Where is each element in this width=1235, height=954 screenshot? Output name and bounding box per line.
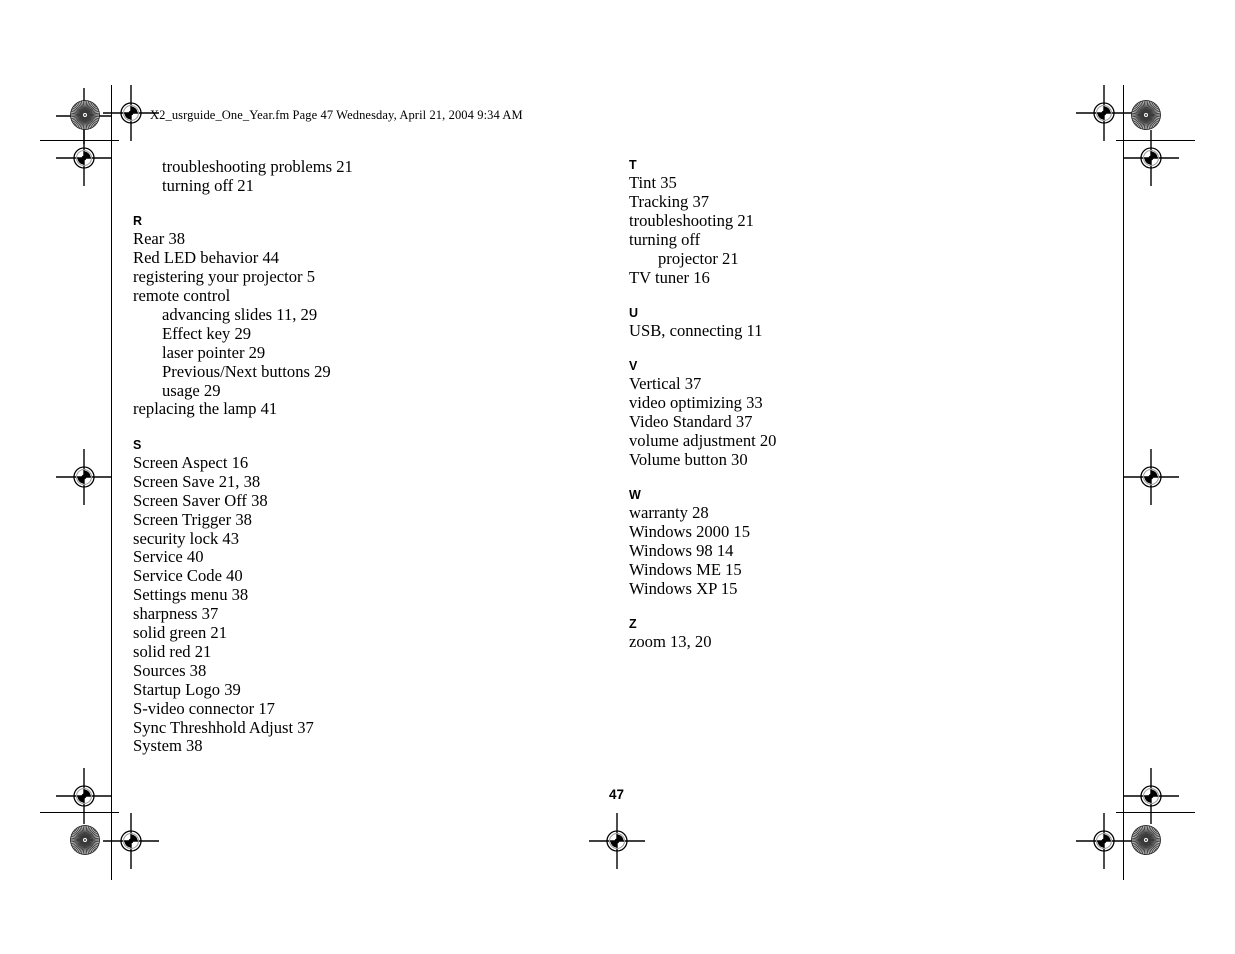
index-entry: TV tuner 16 [629,267,710,287]
trim-line-bottom-left [40,812,119,813]
index-entry: S-video connector 17 [133,698,275,718]
index-entry: Settings menu 38 [133,585,249,605]
index-group: Wwarranty 28 Windows 2000 15 Windows 98 14… [629,488,1029,599]
star-target-bottom-left [70,825,100,855]
index-entry: sharpness 37 [133,604,219,624]
registration-mark-bottom-left [56,768,112,824]
index-group: R Rear 38 Red LED behavior 44 registering y… [133,214,533,419]
index-entry: Vertical 37 [629,374,702,394]
trim-line-bottom-right [1116,812,1195,813]
index-entry: Windows ME 15 [629,560,742,580]
index-subentry: Previous/Next buttons 29 [162,361,331,381]
index-entry: USB, connecting 11 [629,320,763,340]
page-number-folio: 47 [609,787,625,802]
index-entry: video optimizing 33 [629,393,763,413]
trim-line-left-vertical [111,85,112,880]
index-entry: warranty 28 [629,503,709,523]
index-entry: Service Code 40 [133,566,243,586]
index-entry: turning off [629,229,701,249]
index-group: troubleshooting problems 21 turning off 2… [133,157,533,196]
index-entry: troubleshooting 21 [629,210,754,230]
index-entry: Screen Save 21, 38 [133,471,261,491]
index-entry: Screen Saver Off 38 [133,490,268,510]
index-entry: registering your projector 5 [133,267,316,287]
index-entry: Screen Trigger 38 [133,509,252,529]
index-column-left: troubleshooting problems 21 turning off 2… [133,157,533,757]
registration-mark-top-right-fold [1123,130,1179,186]
index-entry: Red LED behavior 44 [133,248,280,268]
star-target-top-right [1131,100,1161,130]
index-subentry: advancing slides 11, 29 [162,304,318,324]
index-entry: solid red 21 [133,641,212,661]
registration-mark-bottom-center [589,813,645,869]
index-entry: Sources 38 [133,660,207,680]
framemaker-header-banner: X2_usrguide_One_Year.fm Page 47 Wednesda… [150,108,523,122]
document-page: X2_usrguide_One_Year.fm Page 47 Wednesda… [0,0,1235,954]
star-target-bottom-right [1131,825,1161,855]
registration-mark-mid-right [1123,449,1179,505]
index-letter-heading-u: U [629,305,639,320]
index-group: S Screen Aspect 16 Screen Save 21, 38 Scree… [133,438,533,757]
registration-mark-mid-left [56,449,112,505]
index-column-right: T Tint 35 Tracking 37 troubleshooting 21 tur… [629,158,1029,652]
index-entry: Volume button 30 [629,449,748,469]
index-entry: Service 40 [133,547,204,567]
index-group: Zzoom 13, 20 [629,617,1029,652]
star-target-top-left [70,100,100,130]
index-entry: solid green 21 [133,623,228,643]
index-subentry: projector 21 [658,248,739,268]
index-subentry: laser pointer 29 [162,342,266,362]
index-letter-heading-w: W [629,488,641,503]
index-subentry: Effect key 29 [162,323,252,343]
index-entry: Windows 98 14 [629,541,734,561]
registration-mark-bottom-right [1123,768,1179,824]
index-group: U USB, connecting 11 [629,306,1029,341]
index-entry: System 38 [133,736,203,756]
index-entry: zoom 13, 20 [629,632,712,652]
index-entry: security lock 43 [133,528,239,548]
index-entry: remote control [133,286,231,306]
index-subentry: troubleshooting problems 21 [162,157,353,176]
index-group: T Tint 35 Tracking 37 troubleshooting 21 tur… [629,158,1029,287]
index-entry: Rear 38 [133,229,186,249]
index-entry: Screen Aspect 16 [133,452,249,472]
index-entry: Startup Logo 39 [133,679,241,699]
registration-mark-top-left-fold [56,130,112,186]
index-letter-heading-z: Z [629,617,637,632]
trim-line-top-right [1116,140,1195,141]
index-entry: Tracking 37 [629,191,710,211]
index-entry: Video Standard 37 [629,412,753,432]
index-letter-heading-s: S [133,437,142,452]
index-letter-heading-t: T [629,158,637,172]
index-entry: Sync Threshhold Adjust 37 [133,717,314,737]
index-entry: Windows XP 15 [629,579,738,598]
index-subentry: usage 29 [162,380,221,400]
index-entry: replacing the lamp 41 [133,399,278,419]
index-group: V Vertical 37 video optimizing 33 Video Sta… [629,359,1029,470]
trim-line-top-left [40,140,119,141]
index-letter-heading-r: R [133,214,143,229]
index-entry: Windows 2000 15 [629,522,751,542]
trim-line-right-vertical [1123,85,1124,880]
index-letter-heading-v: V [629,359,638,374]
index-entry: volume adjustment 20 [629,431,777,451]
index-subentry: turning off 21 [162,175,254,195]
index-entry: Tint 35 [629,173,677,192]
